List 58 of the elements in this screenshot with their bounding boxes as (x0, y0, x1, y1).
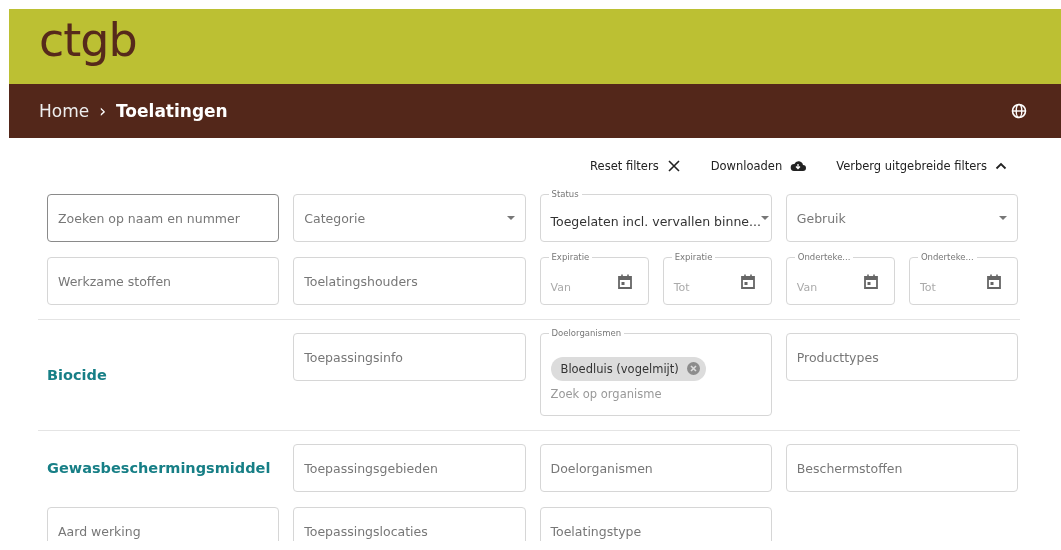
text-field[interactable]: Toelatingstype (539, 507, 772, 541)
text-field[interactable]: Toepassingsgebieden (293, 444, 526, 492)
globe-icon[interactable] (1011, 103, 1027, 119)
dropdown-caret-icon (999, 216, 1007, 220)
search-field[interactable]: Zoeken op naam en nummer (47, 194, 280, 242)
placeholder-text: Doelorganismen (550, 460, 654, 476)
field-label: Expiratie (548, 251, 593, 263)
filter-chip[interactable]: Bloedluis (vogelmijt) (550, 356, 706, 381)
placeholder-text: Van (550, 280, 572, 294)
text-field[interactable]: Doelorganismen (539, 444, 772, 492)
placeholder-text: Zoeken op naam en nummer (58, 210, 241, 226)
placeholder-text: Toelatingstype (550, 523, 643, 539)
placeholder-text: Toelatingshouders (304, 273, 419, 289)
chevron-up-icon (995, 162, 1007, 170)
calendar-icon (987, 273, 1001, 289)
calendar-icon (617, 273, 632, 289)
close-icon (666, 159, 681, 173)
placeholder-text: Toepassingsgebieden (304, 460, 439, 476)
placeholder-text: Werkzame stoffen (58, 273, 173, 289)
placeholder-text: Zoek op organisme (550, 386, 662, 401)
field-label: Onderteke... (917, 251, 977, 263)
field-value: Toegelaten incl. vervallen binne... (550, 213, 761, 229)
placeholder-text: Toepassingslocaties (304, 523, 429, 539)
placeholder-text: Aard werking (58, 523, 142, 539)
action-button[interactable]: Downloaden (710, 159, 807, 173)
breadcrumb-current: Toelatingen (116, 101, 228, 121)
calendar-icon (863, 273, 878, 289)
breadcrumb-separator: › (99, 101, 106, 121)
text-field[interactable]: Toelatingshouders (293, 257, 526, 305)
action-button[interactable]: Verberg uitgebreide filters (836, 159, 1007, 173)
calendar-icon (740, 273, 755, 289)
placeholder-text: Producttypes (796, 349, 880, 365)
text-field[interactable]: Beschermstoffen (785, 444, 1018, 492)
text-field[interactable]: Toepassingsinfo (293, 333, 526, 381)
text-field[interactable]: Werkzame stoffen (47, 257, 280, 305)
dropdown-caret-icon (760, 216, 769, 220)
section-title: Gewasbeschermingsmiddel (47, 460, 272, 476)
field-label: Expiratie (671, 251, 716, 263)
placeholder-text: Beschermstoffen (796, 460, 904, 476)
field-label: Status (548, 188, 582, 200)
section-title: Biocide (47, 366, 108, 383)
text-field[interactable]: Producttypes (785, 333, 1018, 381)
placeholder-text: Categorie (304, 210, 367, 226)
field-label: Onderteke... (794, 251, 854, 263)
placeholder-text: Toepassingsinfo (304, 349, 404, 365)
placeholder-text: Van (796, 280, 819, 294)
field-label: Doelorganismen (548, 327, 625, 339)
cloud-download-icon (790, 160, 807, 172)
placeholder-text: Tot (673, 280, 691, 294)
breadcrumb-link[interactable]: Home (39, 101, 90, 121)
select-field[interactable]: Categorie (293, 194, 526, 242)
text-field[interactable]: Toepassingslocaties (293, 507, 526, 541)
dropdown-caret-icon (506, 216, 515, 220)
placeholder-text: Gebruik (796, 210, 847, 226)
select-field[interactable]: Gebruik (785, 194, 1018, 242)
placeholder-text: Tot (919, 280, 937, 294)
action-button[interactable]: Reset filters (590, 159, 681, 173)
text-field[interactable]: Aard werking (47, 507, 280, 541)
